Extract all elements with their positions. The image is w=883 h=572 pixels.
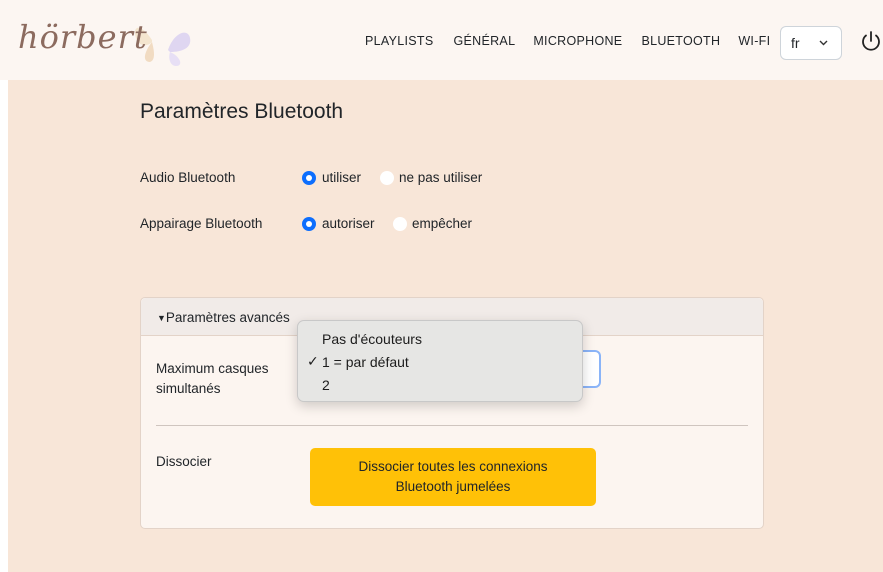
language-select[interactable]: fr (780, 26, 842, 60)
max-headsets-select[interactable] (581, 350, 601, 388)
advanced-settings-label: Paramètres avancés (165, 310, 290, 325)
radio-audio-not-use-label[interactable]: ne pas utiliser (399, 170, 482, 185)
radio-pairing-prevent[interactable] (393, 217, 407, 231)
max-headsets-dropdown-menu: Pas d'écouteurs ✓ 1 = par défaut 2 (297, 320, 583, 402)
checkmark-icon: ✓ (307, 353, 319, 369)
nav-microphone[interactable]: MICROPHONE (533, 34, 622, 48)
radio-pairing-allow-label[interactable]: autoriser (322, 216, 375, 231)
dropdown-option-default[interactable]: 1 = par défaut (322, 354, 409, 370)
dropdown-option-2[interactable]: 2 (322, 377, 330, 393)
max-headsets-label: Maximum casques simultanés (156, 361, 269, 396)
advanced-settings-title: ▼Paramètres avancés (157, 310, 290, 325)
caret-down-icon: ▼ (157, 313, 166, 323)
radio-pairing-prevent-label[interactable]: empêcher (412, 216, 472, 231)
power-icon[interactable] (860, 30, 882, 52)
pairing-bluetooth-label: Appairage Bluetooth (140, 216, 263, 231)
hoerbert-logo[interactable]: hörbert (18, 12, 198, 68)
main-nav: PLAYLISTS GÉNÉRAL MICROPHONE BLUETOOTH W… (365, 34, 770, 48)
radio-audio-use-label[interactable]: utiliser (322, 170, 361, 185)
nav-general[interactable]: GÉNÉRAL (453, 34, 515, 48)
audio-bluetooth-label: Audio Bluetooth (140, 170, 236, 185)
top-navbar: hörbert PLAYLISTS GÉNÉRAL MICROPHONE BLU… (0, 0, 883, 80)
unpair-all-button[interactable]: Dissocier toutes les connexions Bluetoot… (310, 448, 596, 506)
nav-bluetooth[interactable]: BLUETOOTH (641, 34, 720, 48)
radio-pairing-allow[interactable] (302, 217, 316, 231)
radio-audio-not-use[interactable] (380, 171, 394, 185)
nav-playlists[interactable]: PLAYLISTS (365, 34, 433, 48)
unpair-label: Dissocier (156, 454, 212, 469)
dropdown-option-no-headphones[interactable]: Pas d'écouteurs (322, 331, 422, 347)
nav-wifi[interactable]: WI-FI (738, 34, 770, 48)
language-value: fr (791, 35, 800, 51)
radio-audio-use[interactable] (302, 171, 316, 185)
chevron-down-icon (819, 40, 828, 46)
page-title: Paramètres Bluetooth (140, 100, 344, 123)
logo-text: hörbert (18, 18, 148, 56)
divider (156, 425, 748, 426)
